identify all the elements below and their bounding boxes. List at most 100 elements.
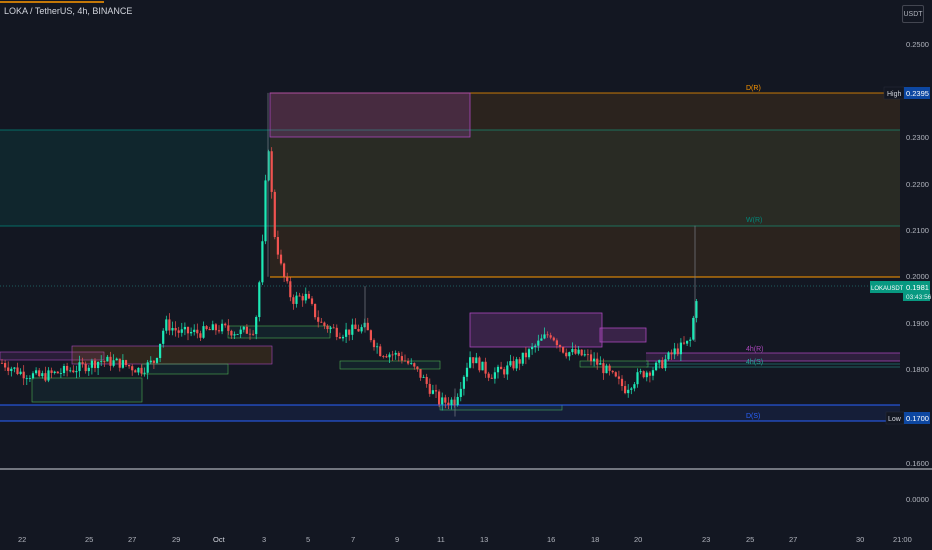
time-tick: 30 xyxy=(856,535,864,544)
candle-body xyxy=(416,366,419,370)
candle-body xyxy=(580,349,583,356)
candle-body xyxy=(469,357,472,368)
candle-body xyxy=(518,359,521,364)
candle-body xyxy=(106,356,109,362)
candle-body xyxy=(332,327,335,329)
price-chart[interactable]: D(R) W(R) 4h(R) 4h(S) D(S) 0.2500 0.2300… xyxy=(0,0,932,550)
candle-body xyxy=(543,334,546,339)
candle-body xyxy=(168,319,171,331)
candle-body xyxy=(534,345,537,347)
svg-text:LOKAUSDT: LOKAUSDT xyxy=(871,286,904,292)
candle-body xyxy=(53,371,56,373)
time-tick: Oct xyxy=(213,535,226,544)
candle-body xyxy=(400,356,403,361)
time-tick: 22 xyxy=(18,535,26,544)
price-tick: 0.2500 xyxy=(906,40,929,49)
svg-text:High: High xyxy=(887,91,902,98)
candle-body xyxy=(583,354,586,356)
candle-body xyxy=(438,391,441,405)
svg-text:0.1700: 0.1700 xyxy=(906,414,929,423)
candle-body xyxy=(413,363,416,367)
candle-body xyxy=(273,191,276,238)
candle-body xyxy=(174,328,177,331)
candle-body xyxy=(155,357,159,363)
candle-body xyxy=(78,362,81,372)
candle-body xyxy=(577,349,580,354)
time-tick: 27 xyxy=(128,535,136,544)
candle-body xyxy=(16,367,19,375)
candle-body xyxy=(118,358,121,368)
candle-body xyxy=(456,396,459,405)
candle-body xyxy=(41,373,44,377)
price-scale[interactable]: 0.2500 0.2300 0.2200 0.2100 0.2000 0.190… xyxy=(906,40,929,504)
candle-body xyxy=(66,365,69,371)
candle-body xyxy=(357,328,360,332)
candle-body xyxy=(403,360,407,362)
candle-body xyxy=(661,360,664,369)
candle-body xyxy=(434,390,438,392)
time-tick: 3 xyxy=(262,535,266,544)
candle-body xyxy=(586,354,589,356)
candle-body xyxy=(679,342,682,355)
candle-body xyxy=(90,360,93,368)
candle-body xyxy=(599,363,602,365)
candle-body xyxy=(397,352,400,357)
candle-body xyxy=(447,402,450,406)
time-tick: 13 xyxy=(480,535,488,544)
candle-body xyxy=(35,370,38,374)
candle-body xyxy=(379,346,382,357)
candle-body xyxy=(614,372,617,377)
high-marker: High 0.2395 xyxy=(883,86,930,100)
time-tick: 7 xyxy=(351,535,355,544)
candle-body xyxy=(38,370,41,377)
candle-body xyxy=(506,365,509,375)
candle-body xyxy=(75,371,78,373)
candle-body xyxy=(143,372,146,374)
candle-body xyxy=(422,376,425,378)
svg-text:0.1981: 0.1981 xyxy=(906,283,929,292)
time-scale[interactable]: 22 25 27 29 Oct 3 5 7 9 11 13 16 18 20 2… xyxy=(18,535,912,544)
candle-body xyxy=(664,359,667,369)
candle-body xyxy=(283,263,286,277)
candle-body xyxy=(475,357,478,364)
candle-body xyxy=(93,360,97,369)
candle-body xyxy=(298,295,301,297)
candle-body xyxy=(345,329,348,337)
label-w-r: W(R) xyxy=(746,217,762,224)
candle-body xyxy=(56,371,59,374)
candle-body xyxy=(221,323,224,332)
h4-resistance-zone xyxy=(646,353,900,361)
candle-body xyxy=(115,358,118,361)
candle-body xyxy=(462,376,465,389)
candle-body xyxy=(493,372,496,379)
candle-body xyxy=(689,339,692,341)
candle-body xyxy=(472,357,475,364)
candle-body xyxy=(642,371,645,378)
time-tick: 20 xyxy=(634,535,642,544)
candle-body xyxy=(196,329,199,334)
candle-body xyxy=(617,376,620,379)
time-tick: 23 xyxy=(702,535,710,544)
candle-body xyxy=(428,383,431,394)
candle-body xyxy=(264,180,267,242)
candle-body xyxy=(310,298,314,304)
candle-body xyxy=(211,324,214,331)
candle-body xyxy=(205,326,208,330)
candle-body xyxy=(0,362,4,364)
candle-body xyxy=(72,370,75,373)
candle-body xyxy=(410,363,413,364)
candle-body xyxy=(574,349,577,354)
label-4h-r: 4h(R) xyxy=(746,346,764,353)
candle-body xyxy=(490,377,493,379)
candle-body xyxy=(214,324,217,331)
price-tick: 0.1900 xyxy=(906,319,929,328)
candle-body xyxy=(329,327,332,330)
candle-body xyxy=(7,367,10,372)
candle-body xyxy=(326,325,329,330)
candle-body xyxy=(25,378,28,380)
candle-body xyxy=(453,399,456,405)
candle-body xyxy=(630,388,633,390)
candle-body xyxy=(385,356,388,358)
candle-body xyxy=(673,348,676,355)
candle-body xyxy=(552,337,555,341)
